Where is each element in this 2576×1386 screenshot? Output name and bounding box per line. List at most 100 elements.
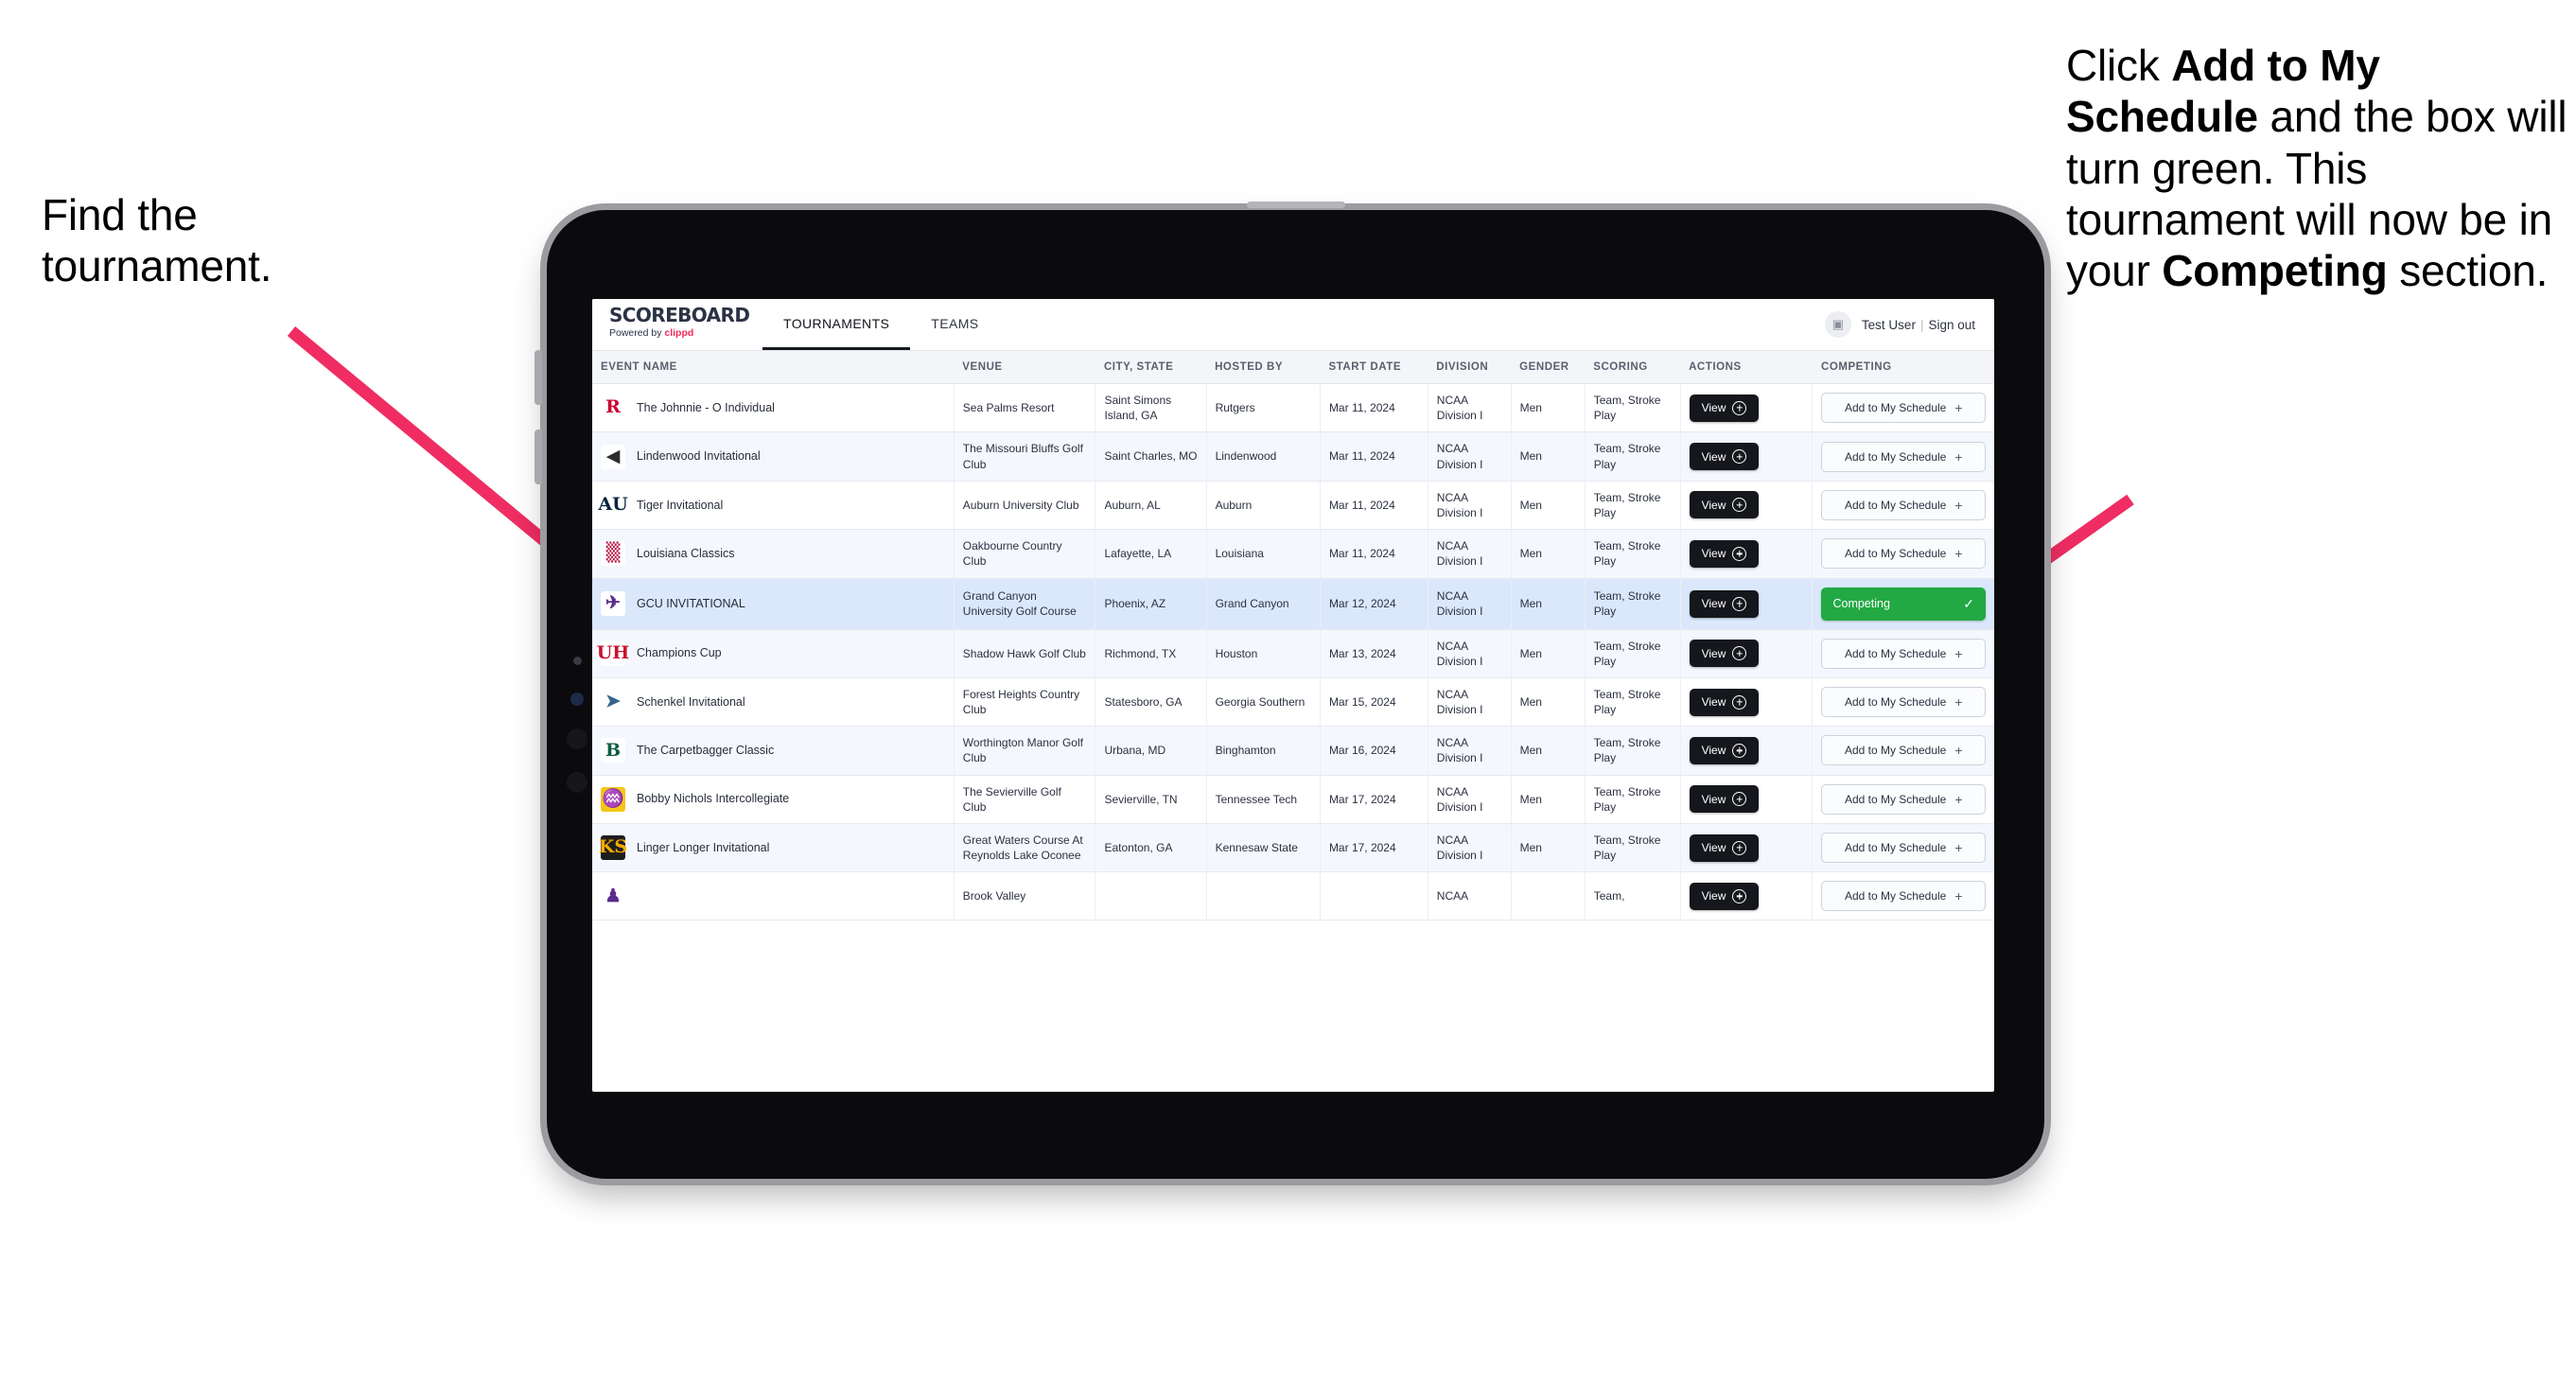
plus-circle-icon bbox=[1732, 840, 1747, 855]
callout-find-tournament: Find the tournament. bbox=[42, 189, 477, 292]
add-to-my-schedule-label: Add to My Schedule bbox=[1844, 889, 1947, 904]
cell-gender: Men bbox=[1511, 481, 1586, 531]
event-name-label: GCU INVITATIONAL bbox=[637, 596, 745, 610]
user-avatar-icon[interactable]: ▣ bbox=[1824, 311, 1851, 338]
view-button[interactable]: View bbox=[1689, 785, 1760, 814]
volume-down-button[interactable] bbox=[534, 430, 542, 484]
col-gender: GENDER bbox=[1511, 351, 1586, 384]
view-button[interactable]: View bbox=[1689, 833, 1760, 862]
user-links: Test User | Sign out bbox=[1862, 318, 1975, 332]
col-venue: VENUE bbox=[954, 351, 1095, 384]
tab-tournaments[interactable]: TOURNAMENTS bbox=[762, 299, 911, 350]
cell-gender: Men bbox=[1511, 823, 1586, 873]
cell-start-date: Mar 11, 2024 bbox=[1320, 431, 1428, 482]
cell-actions: View bbox=[1680, 383, 1814, 433]
clippd-brand-label: clippd bbox=[664, 327, 694, 339]
add-to-my-schedule-button[interactable]: Add to My Schedule + bbox=[1821, 833, 1986, 864]
plus-circle-icon bbox=[1732, 596, 1747, 611]
cell-gender bbox=[1511, 871, 1586, 921]
plus-circle-icon bbox=[1732, 888, 1747, 904]
powered-by-label: Powered by bbox=[609, 327, 665, 339]
brand-logo[interactable]: SCOREBOARD Powered by clippd bbox=[592, 299, 751, 350]
add-to-my-schedule-button[interactable]: Add to My Schedule + bbox=[1821, 538, 1986, 570]
add-to-my-schedule-button[interactable]: Add to My Schedule + bbox=[1821, 687, 1986, 718]
table-row[interactable]: UH Champions Cup Shadow Hawk Golf Club Rich… bbox=[592, 629, 1994, 678]
view-button-label: View bbox=[1701, 597, 1726, 610]
cell-start-date: Mar 17, 2024 bbox=[1320, 775, 1428, 825]
event-name-label: Tiger Invitational bbox=[637, 498, 724, 512]
view-button-label: View bbox=[1701, 401, 1726, 415]
sensor-dot-icon bbox=[570, 693, 584, 706]
add-to-my-schedule-button[interactable]: Add to My Schedule + bbox=[1821, 441, 1986, 472]
event-name-label: Louisiana Classics bbox=[637, 546, 735, 560]
cell-venue: Brook Valley bbox=[954, 871, 1096, 921]
view-button[interactable]: View bbox=[1689, 688, 1760, 716]
add-to-my-schedule-button[interactable]: Add to My Schedule + bbox=[1821, 735, 1986, 766]
tab-teams[interactable]: TEAMS bbox=[910, 299, 999, 350]
event-name-label: Bobby Nichols Intercollegiate bbox=[637, 792, 790, 806]
cell-city-state: Auburn, AL bbox=[1095, 481, 1207, 531]
plus-circle-icon bbox=[1732, 694, 1747, 710]
table-row[interactable]: KS Linger Longer Invitational Great Waters… bbox=[592, 823, 1994, 873]
plus-circle-icon bbox=[1732, 498, 1747, 513]
cell-gender: Men bbox=[1511, 677, 1586, 728]
view-button[interactable]: View bbox=[1689, 443, 1760, 471]
add-to-my-schedule-button[interactable]: Add to My Schedule + bbox=[1821, 489, 1986, 520]
add-to-my-schedule-button[interactable]: Add to My Schedule + bbox=[1821, 638, 1986, 669]
event-name-label: Champions Cup bbox=[637, 646, 722, 660]
cell-division: NCAA Division I bbox=[1428, 529, 1512, 579]
view-button[interactable]: View bbox=[1689, 736, 1760, 764]
callout-right-bold2: Competing bbox=[2162, 246, 2388, 296]
plus-icon: + bbox=[1954, 497, 1963, 513]
table-row[interactable]: ♟ Brook Valley NCAA Team, View Add to My Sche… bbox=[592, 871, 1994, 921]
cell-competing: Add to My Schedule + bbox=[1812, 529, 1994, 579]
team-logo-icon: ♟ bbox=[601, 884, 625, 909]
callout-add-to-schedule: Click Add to My Schedule and the box wil… bbox=[2066, 40, 2576, 296]
table-row[interactable]: ◀ Lindenwood Invitational The Missouri Blu… bbox=[592, 431, 1994, 482]
cell-division: NCAA Division I bbox=[1428, 431, 1512, 482]
cell-start-date: Mar 15, 2024 bbox=[1320, 677, 1428, 728]
event-name-label: Schenkel Invitational bbox=[637, 694, 745, 709]
view-button[interactable]: View bbox=[1689, 640, 1760, 668]
brand-subtitle: Powered by clippd bbox=[609, 327, 751, 339]
cell-city-state: Statesboro, GA bbox=[1095, 677, 1207, 728]
cell-event-name: R The Johnnie - O Individual bbox=[592, 383, 955, 433]
view-button[interactable]: View bbox=[1689, 589, 1760, 618]
tournaments-table-scroll[interactable]: EVENT NAME VENUE CITY, STATE HOSTED BY S… bbox=[592, 351, 1994, 1092]
plus-circle-icon bbox=[1732, 449, 1747, 465]
view-button[interactable]: View bbox=[1689, 882, 1760, 910]
table-row[interactable]: AU Tiger Invitational Auburn University Cl… bbox=[592, 481, 1994, 531]
cell-scoring: Team, Stroke Play bbox=[1585, 823, 1681, 873]
cell-hosted-by: Binghamton bbox=[1206, 726, 1321, 776]
cell-scoring: Team, Stroke Play bbox=[1585, 629, 1681, 678]
sign-out-link[interactable]: Sign out bbox=[1928, 318, 1975, 332]
add-to-my-schedule-button[interactable]: Add to My Schedule + bbox=[1821, 783, 1986, 815]
add-to-my-schedule-label: Add to My Schedule bbox=[1844, 498, 1947, 512]
view-button[interactable]: View bbox=[1689, 491, 1760, 519]
cell-event-name: UH Champions Cup bbox=[592, 629, 955, 678]
cell-event-name: ♒ Bobby Nichols Intercollegiate bbox=[592, 775, 955, 825]
cell-competing: Add to My Schedule + bbox=[1812, 775, 1994, 825]
table-row[interactable]: R The Johnnie - O Individual Sea Palms Res… bbox=[592, 383, 1994, 433]
table-row[interactable]: ➤ Schenkel Invitational Forest Heights Cou… bbox=[592, 677, 1994, 728]
add-to-my-schedule-label: Add to My Schedule bbox=[1844, 792, 1947, 806]
cell-start-date bbox=[1320, 871, 1428, 921]
cell-hosted-by: Georgia Southern bbox=[1206, 677, 1321, 728]
volume-up-button[interactable] bbox=[534, 350, 542, 405]
view-button[interactable]: View bbox=[1689, 394, 1760, 422]
table-row[interactable]: B The Carpetbagger Classic Worthington Man… bbox=[592, 726, 1994, 776]
cell-actions: View bbox=[1680, 726, 1814, 776]
cell-start-date: Mar 11, 2024 bbox=[1320, 481, 1428, 531]
table-row[interactable]: ♒ Bobby Nichols Intercollegiate The Sevier… bbox=[592, 775, 1994, 825]
cell-actions: View bbox=[1680, 481, 1814, 531]
table-row[interactable]: ✈ GCU INVITATIONAL Grand Canyon University… bbox=[592, 578, 1994, 630]
view-button[interactable]: View bbox=[1689, 539, 1760, 568]
cell-city-state: Eatonton, GA bbox=[1095, 823, 1207, 873]
cell-hosted-by: Louisiana bbox=[1206, 529, 1321, 579]
table-row[interactable]: ▒ Louisiana Classics Oakbourne Country Clu… bbox=[592, 529, 1994, 579]
col-division: DIVISION bbox=[1428, 351, 1512, 384]
plus-icon: + bbox=[1954, 448, 1963, 465]
competing-button[interactable]: Competing ✓ bbox=[1821, 587, 1986, 621]
add-to-my-schedule-button[interactable]: Add to My Schedule + bbox=[1821, 393, 1986, 424]
add-to-my-schedule-button[interactable]: Add to My Schedule + bbox=[1821, 881, 1986, 912]
